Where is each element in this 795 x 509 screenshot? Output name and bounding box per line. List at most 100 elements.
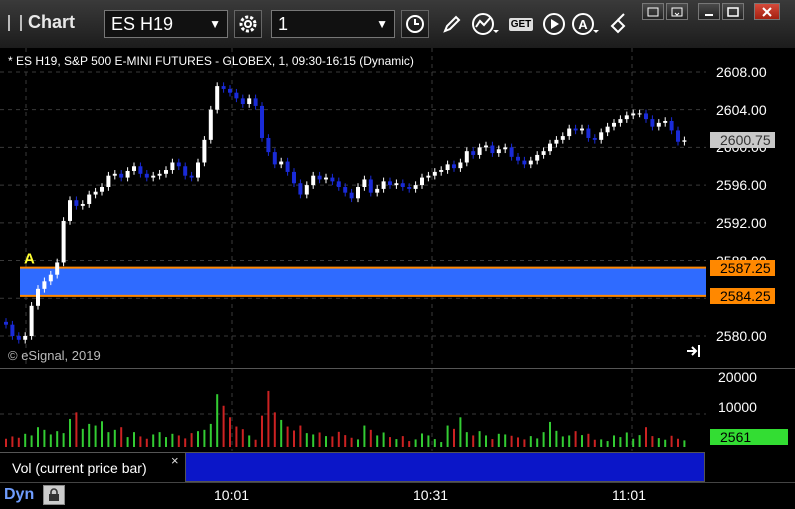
clock-icon xyxy=(406,15,424,33)
volume-bar xyxy=(529,436,532,447)
candle-body xyxy=(266,137,271,153)
candle-body xyxy=(567,128,572,137)
scroll-to-end-icon[interactable] xyxy=(686,344,702,358)
study-close-button[interactable]: × xyxy=(171,453,179,468)
settings-button[interactable] xyxy=(234,10,262,38)
alert-button[interactable]: A xyxy=(571,10,599,38)
candle-body xyxy=(503,147,508,150)
volume-tick-label: 10000 xyxy=(718,399,757,415)
volume-bar xyxy=(126,437,129,447)
link-button[interactable] xyxy=(604,10,632,38)
volume-bar xyxy=(363,425,366,447)
volume-bar xyxy=(427,435,430,447)
candle-body xyxy=(100,187,104,192)
candle-body xyxy=(426,175,431,178)
price-axis[interactable]: 2608.002604.002600.002596.002592.002588.… xyxy=(706,48,795,366)
minimize-button[interactable] xyxy=(698,3,720,20)
candle-body xyxy=(36,288,40,306)
study-legend[interactable]: Vol (current price bar) × xyxy=(0,452,185,483)
price-tick-label: 2596.00 xyxy=(716,177,767,194)
restore-icon xyxy=(647,7,659,16)
up-price-badge: 2587.25 xyxy=(710,259,775,276)
interval-dropdown[interactable]: 1 ▼ xyxy=(271,10,395,38)
candle-body xyxy=(496,149,501,154)
volume-bar xyxy=(261,415,263,447)
volume-axis[interactable]: 200001000002561 xyxy=(706,368,795,451)
time-button[interactable] xyxy=(401,10,429,38)
volume-bar xyxy=(145,438,148,447)
candle-body xyxy=(420,177,424,186)
get-label: GET xyxy=(508,17,534,31)
candle-body xyxy=(106,175,111,188)
dock-button[interactable] xyxy=(666,3,688,20)
price-chart-panel[interactable]: A * ES H19, S&P 500 E-MINI FUTURES - GLO… xyxy=(0,48,707,366)
study-label: Vol (current price bar) xyxy=(12,460,147,476)
candle-body xyxy=(4,321,8,325)
volume-bar xyxy=(337,431,340,447)
candle-body xyxy=(445,164,450,171)
volume-bar xyxy=(197,431,199,447)
volume-bar xyxy=(574,431,577,447)
candle-body xyxy=(528,160,533,165)
candle-body xyxy=(272,152,277,165)
volume-bar xyxy=(433,439,436,447)
close-window-button[interactable] xyxy=(754,3,780,20)
candle-body xyxy=(336,181,341,188)
volume-bar xyxy=(5,438,7,447)
volume-bar xyxy=(664,439,667,447)
volume-bar xyxy=(408,441,411,447)
candle-body xyxy=(23,336,28,340)
candle-body xyxy=(554,139,559,144)
drag-grip-icon[interactable] xyxy=(8,15,22,31)
volume-bar xyxy=(414,439,417,447)
candle-body xyxy=(125,170,130,178)
candle-body xyxy=(394,183,399,186)
candle-body xyxy=(522,160,527,165)
volume-bar xyxy=(465,432,468,447)
volume-bar xyxy=(600,439,603,447)
volume-bar xyxy=(81,428,84,447)
volume-bar xyxy=(606,441,609,447)
candle-body xyxy=(509,147,514,157)
restore-button[interactable] xyxy=(642,3,664,20)
svg-text:A: A xyxy=(578,17,588,32)
candle-body xyxy=(196,162,200,178)
volume-bar xyxy=(171,433,174,447)
symbol-dropdown[interactable]: ES H19 ▼ xyxy=(104,10,228,38)
candle-body xyxy=(548,143,552,152)
candle-body xyxy=(68,200,72,221)
draw-button[interactable] xyxy=(438,10,466,38)
candle-body xyxy=(362,179,367,188)
volume-bar xyxy=(651,436,654,447)
candle-body xyxy=(458,162,463,169)
volume-bar xyxy=(677,438,679,447)
candle-body xyxy=(573,128,578,131)
candle-body xyxy=(176,162,181,167)
volume-panel[interactable] xyxy=(0,368,706,451)
volume-bar xyxy=(133,432,135,447)
volume-bar xyxy=(139,436,142,447)
minimize-icon xyxy=(705,13,713,16)
maximize-button[interactable] xyxy=(722,3,744,20)
candle-body xyxy=(183,166,188,176)
lock-button[interactable] xyxy=(43,485,65,505)
get-data-button[interactable]: GET xyxy=(505,10,537,38)
candle-body xyxy=(471,151,476,155)
play-button[interactable] xyxy=(540,10,568,38)
volume-bar xyxy=(62,433,65,447)
studies-button[interactable] xyxy=(471,10,499,38)
study-chart-icon xyxy=(472,13,499,35)
volume-bar xyxy=(376,435,379,447)
volume-bar xyxy=(440,442,443,447)
window-title: Chart xyxy=(28,12,76,32)
candle-body xyxy=(189,175,194,178)
candle-body xyxy=(330,177,335,182)
volume-bar xyxy=(299,425,302,447)
dynamic-mode-label[interactable]: Dyn xyxy=(4,486,34,504)
candle-body xyxy=(586,128,591,138)
volume-bar xyxy=(357,439,359,447)
candle-body xyxy=(464,151,469,163)
volume-bar xyxy=(350,437,353,447)
volume-bar xyxy=(619,437,622,447)
volume-bar xyxy=(568,435,571,447)
